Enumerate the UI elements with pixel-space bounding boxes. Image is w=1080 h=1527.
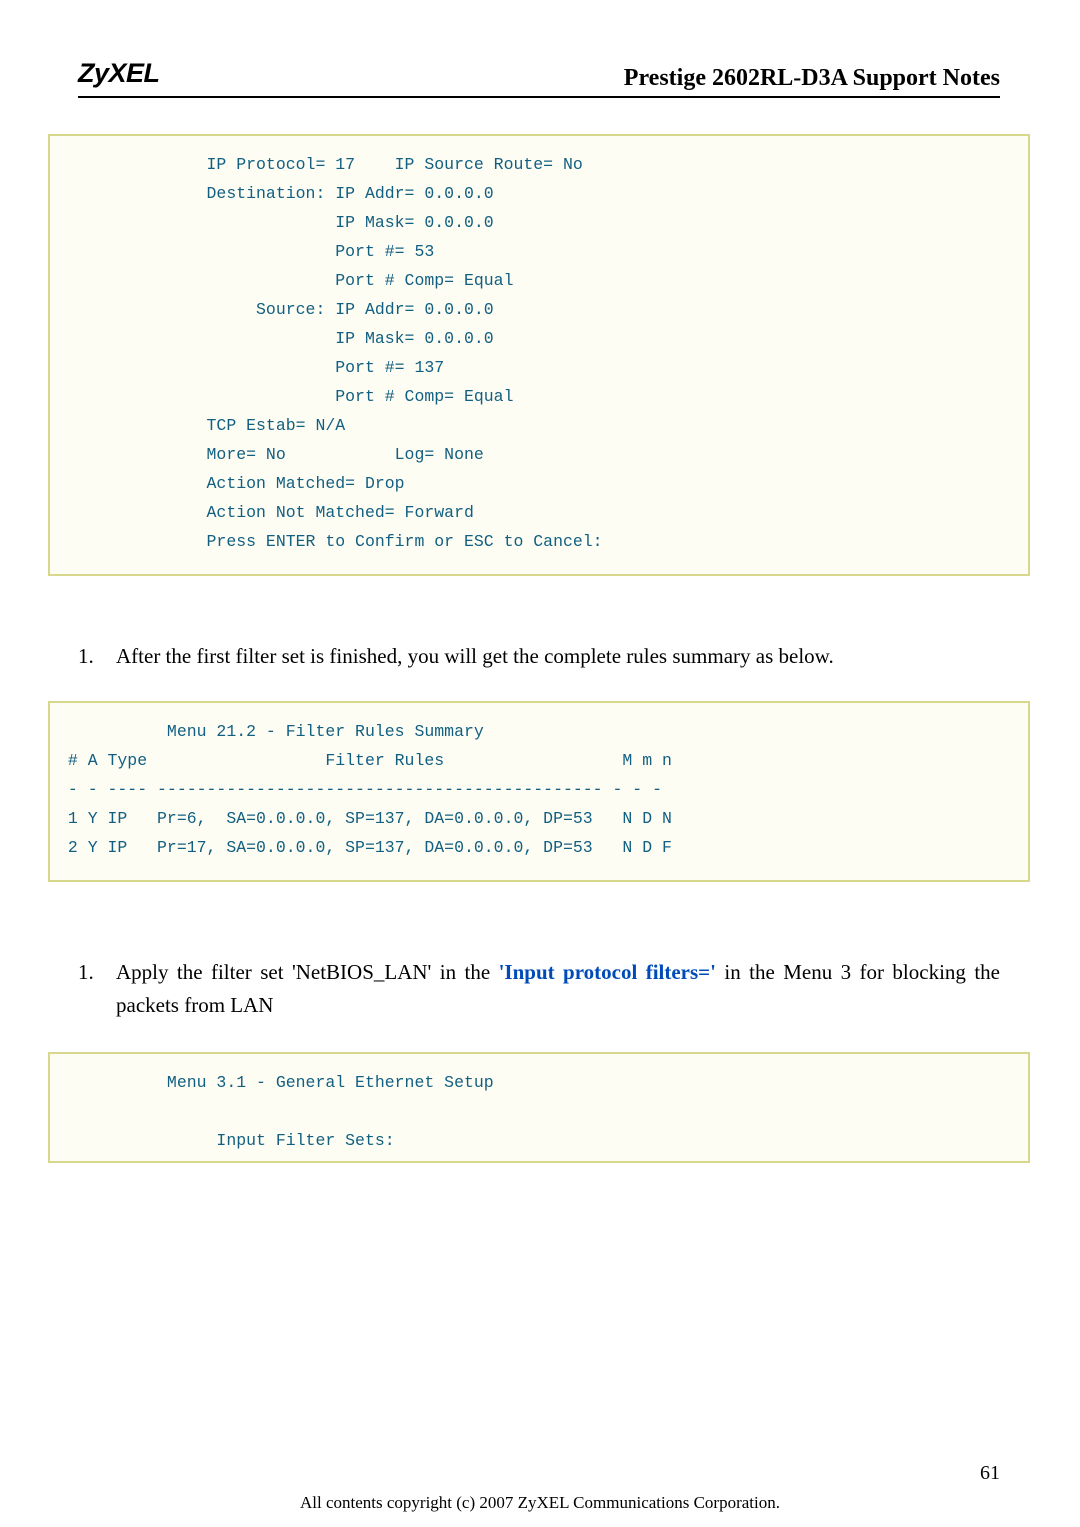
code-block-1: IP Protocol= 17 IP Source Route= No Dest… — [48, 134, 1030, 576]
list-number-1: 1. — [78, 640, 116, 673]
list-body-1: After the first filter set is finished, … — [116, 640, 1000, 673]
paragraph-2: 1. Apply the filter set 'NetBIOS_LAN' in… — [78, 956, 1000, 1022]
para2-highlight: 'Input protocol filters=' — [499, 960, 716, 984]
code-text-1: IP Protocol= 17 IP Source Route= No Dest… — [58, 150, 1020, 556]
list-number-2: 1. — [78, 956, 116, 1022]
para2-pre: Apply the filter set 'NetBIOS_LAN' in th… — [116, 960, 499, 984]
logo: ZyXEL — [78, 58, 160, 92]
code-text-2: Menu 21.2 - Filter Rules Summary # A Typ… — [58, 717, 1020, 862]
page-number: 61 — [0, 1462, 1080, 1485]
code-block-2: Menu 21.2 - Filter Rules Summary # A Typ… — [48, 701, 1030, 882]
page-title: Prestige 2602RL-D3A Support Notes — [624, 65, 1000, 92]
code-block-3: Menu 3.1 - General Ethernet Setup Input … — [48, 1052, 1030, 1163]
copyright-text: All contents copyright (c) 2007 ZyXEL Co… — [0, 1493, 1080, 1513]
page-footer: 61 All contents copyright (c) 2007 ZyXEL… — [0, 1462, 1080, 1513]
paragraph-1: 1. After the first filter set is finishe… — [78, 640, 1000, 673]
list-body-2: Apply the filter set 'NetBIOS_LAN' in th… — [116, 956, 1000, 1022]
code-text-3: Menu 3.1 - General Ethernet Setup Input … — [58, 1068, 1020, 1155]
page-header: ZyXEL Prestige 2602RL-D3A Support Notes — [78, 0, 1000, 98]
